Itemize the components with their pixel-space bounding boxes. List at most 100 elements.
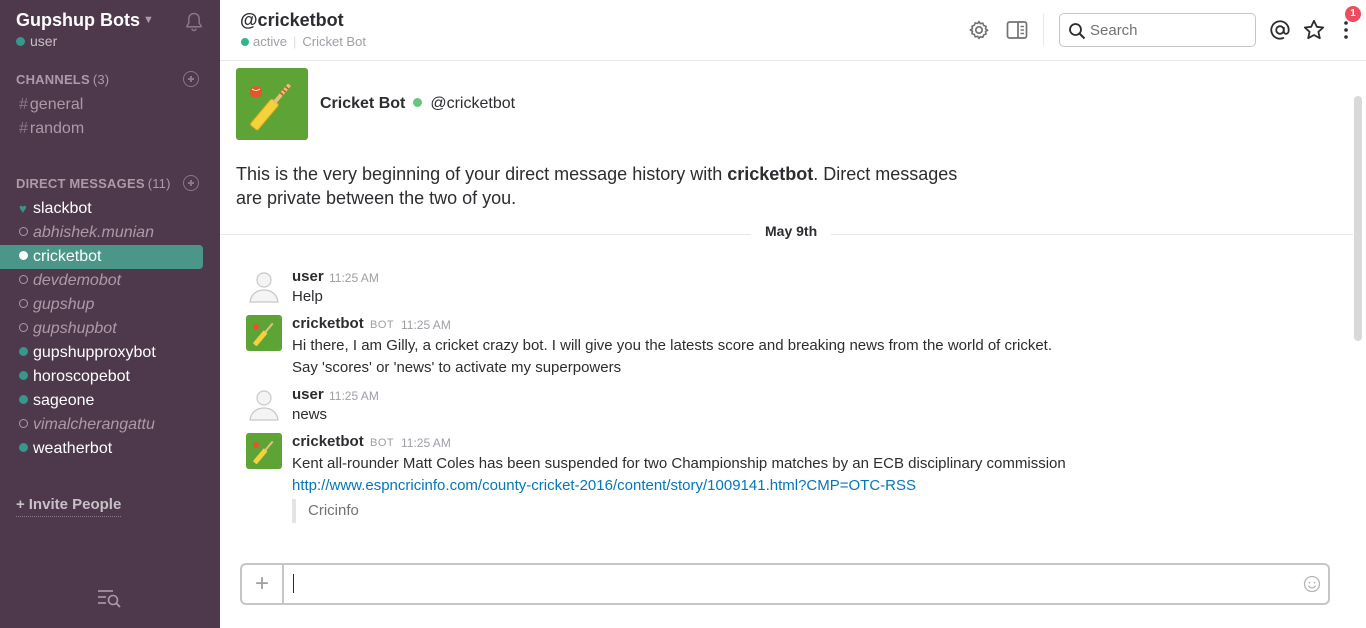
plus-icon: + [16, 496, 25, 513]
user-avatar[interactable] [246, 267, 282, 303]
add-dm-icon[interactable] [183, 175, 199, 191]
message-author[interactable]: cricketbot [292, 433, 364, 450]
dm-item-cricketbot[interactable]: cricketbot [0, 245, 203, 269]
mentions-icon[interactable] [1268, 18, 1292, 42]
channel-title[interactable]: @cricketbot [240, 10, 344, 31]
status-text: active [253, 34, 287, 49]
dm-item-slackbot[interactable]: ♥ slackbot [0, 197, 203, 221]
presence-away-icon [19, 227, 28, 236]
presence-active-icon [413, 98, 423, 107]
bell-icon[interactable] [185, 12, 203, 32]
message-pane[interactable]: Cricket Bot @cricketbot This is the very … [220, 62, 1353, 562]
dm-label: devdemobot [33, 272, 122, 289]
message-author[interactable]: cricketbot [292, 315, 364, 332]
current-user[interactable]: user [16, 33, 57, 49]
message-timestamp[interactable]: 11:25 AM [329, 389, 379, 403]
hash-icon: # [19, 120, 28, 137]
channel-status: active | Cricket Bot [241, 34, 366, 49]
dm-item-gupshupbot[interactable]: gupshupbot [0, 317, 203, 341]
add-channel-icon[interactable] [183, 71, 199, 87]
team-menu[interactable]: Gupshup Bots ▼ [16, 10, 154, 31]
dm-item-gupshup[interactable]: gupshup [0, 293, 203, 317]
bot-avatar[interactable] [246, 433, 282, 469]
bot-label: BOT [370, 319, 395, 331]
channel-item-general[interactable]: # general [19, 96, 83, 114]
scrollbar[interactable] [1354, 96, 1362, 341]
message-text: Kent all-rounder Matt Coles has been sus… [292, 455, 1066, 472]
intro-bot-name: cricketbot [727, 164, 814, 184]
star-icon[interactable] [1302, 18, 1326, 42]
link-attachment[interactable]: Cricinfo [292, 499, 359, 523]
dm-label: weatherbot [33, 440, 113, 457]
invite-people-button[interactable]: + Invite People [16, 496, 122, 517]
dm-label: horoscopebot [33, 368, 130, 385]
channel-label: random [29, 120, 85, 137]
message-text: Hi there, I am Gilly, a cricket crazy bo… [292, 337, 1053, 354]
presence-active-icon [19, 347, 28, 356]
attachment-service-name: Cricinfo [308, 502, 359, 519]
presence-active-icon [19, 371, 28, 380]
hash-icon: # [19, 96, 28, 113]
channels-header-label: CHANNELS [16, 72, 90, 87]
dm-label: sageone [33, 392, 95, 409]
notification-badge: 1 [1345, 6, 1361, 22]
default-avatar-icon [246, 267, 282, 303]
current-user-name: user [30, 33, 58, 49]
user-avatar[interactable] [246, 385, 282, 421]
message-author[interactable]: user [292, 386, 324, 403]
default-avatar-icon [246, 385, 282, 421]
direct-messages-header[interactable]: DIRECT MESSAGES (11) [16, 176, 171, 191]
dm-item-devdemobot[interactable]: devdemobot [0, 269, 203, 293]
presence-active-icon [19, 395, 28, 404]
emoji-icon[interactable] [1303, 575, 1321, 593]
quick-switcher-icon[interactable] [97, 588, 123, 608]
channels-count: (3) [92, 72, 110, 87]
channel-item-random[interactable]: # random [19, 120, 84, 138]
message-timestamp[interactable]: 11:25 AM [329, 271, 379, 285]
presence-active-icon [19, 443, 28, 452]
search-input[interactable] [1090, 20, 1250, 40]
dm-item-horoscopebot[interactable]: horoscopebot [0, 365, 203, 389]
message-input[interactable] [292, 573, 1292, 595]
channel-label: general [29, 96, 84, 113]
channel-subtitle: Cricket Bot [302, 34, 366, 49]
channels-header[interactable]: CHANNELS (3) [16, 72, 109, 87]
separator: | [292, 34, 297, 49]
message-author[interactable]: user [292, 268, 324, 285]
bot-label: BOT [370, 437, 395, 449]
presence-away-icon [19, 323, 28, 332]
dm-label: gupshup [33, 296, 95, 313]
dm-label: slackbot [33, 200, 92, 217]
intro-text: This is the very beginning of your direc… [236, 162, 976, 210]
cricket-bat-icon [249, 83, 292, 131]
message-timestamp[interactable]: 11:25 AM [401, 436, 451, 450]
bot-display-name[interactable]: Cricket Bot [320, 95, 405, 112]
message-timestamp[interactable]: 11:25 AM [401, 318, 451, 332]
search-box[interactable] [1059, 13, 1256, 47]
message-text: news [292, 406, 328, 423]
bot-handle[interactable]: @cricketbot [430, 95, 515, 112]
dm-item-sageone[interactable]: sageone [0, 389, 203, 413]
message-text: Say 'scores' or 'news' to activate my su… [292, 359, 622, 376]
dm-item-abhishek-munian[interactable]: abhishek.munian [0, 221, 203, 245]
invite-label: Invite People [28, 496, 122, 513]
cricket-bat-icon [253, 440, 274, 465]
presence-away-icon [19, 419, 28, 428]
presence-active-icon [16, 37, 25, 46]
sidebar-toggle-icon[interactable] [1005, 18, 1029, 42]
divider [1043, 14, 1044, 46]
message-link[interactable]: http://www.espncricinfo.com/county-crick… [292, 477, 916, 494]
heart-icon: ♥ [19, 201, 27, 216]
dm-item-gupshupproxybot[interactable]: gupshupproxybot [0, 341, 203, 365]
gear-icon[interactable] [967, 18, 991, 42]
intro-name: Cricket Bot @cricketbot [320, 95, 515, 113]
day-divider-label: May 9th [751, 223, 832, 239]
dm-item-weatherbot[interactable]: weatherbot [0, 437, 203, 461]
dm-item-vimalcherangattu[interactable]: vimalcherangattu [0, 413, 203, 437]
bot-avatar[interactable] [246, 315, 282, 351]
file-upload-button[interactable]: + [242, 565, 284, 603]
message-composer: + [240, 563, 1330, 605]
bot-avatar-large [236, 68, 308, 140]
intro-text-part: This is the very beginning of your direc… [236, 164, 728, 184]
cricket-bat-icon [253, 322, 274, 347]
